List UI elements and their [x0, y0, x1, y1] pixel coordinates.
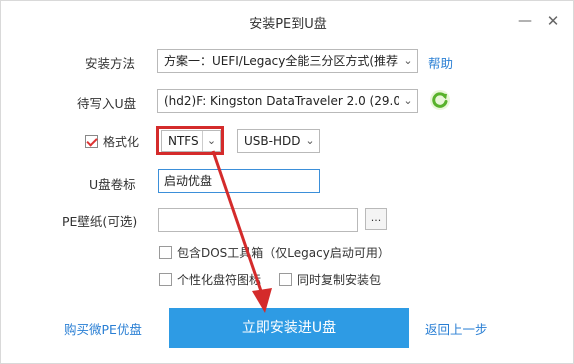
chevron-down-icon: ⌄ [399, 90, 417, 112]
copy-installer-checkbox[interactable] [279, 273, 292, 286]
target-drive-value: (hd2)F: Kingston DataTraveler 2.0 (29.0G… [164, 94, 418, 108]
custom-icon-checkbox[interactable] [159, 273, 172, 286]
chevron-down-icon: ⌄ [301, 130, 319, 152]
install-method-label: 安装方法 [85, 56, 136, 71]
title-bar: 安装PE到U盘 — ✕ [1, 1, 574, 41]
install-method-value: 方案一：UEFI/Legacy全能三分区方式(推荐) [164, 54, 403, 68]
include-dos-label: 包含DOS工具箱（仅Legacy启动可用） [177, 246, 390, 260]
buy-usb-link[interactable]: 购买微PE优盘 [64, 319, 142, 338]
target-drive-label: 待写入U盘 [77, 96, 137, 111]
wallpaper-input[interactable] [158, 208, 358, 232]
volume-label-input[interactable]: 启动优盘 [158, 169, 320, 193]
help-link[interactable]: 帮助 [428, 53, 453, 72]
minimize-button[interactable]: — [517, 13, 533, 29]
install-method-select[interactable]: 方案一：UEFI/Legacy全能三分区方式(推荐) ⌄ [157, 49, 418, 73]
boot-mode-value: USB-HDD [244, 134, 301, 148]
wallpaper-label: PE壁纸(可选) [62, 214, 138, 229]
format-label: 格式化 [103, 135, 140, 149]
browse-button[interactable]: ... [365, 208, 387, 230]
install-pe-window: 安装PE到U盘 — ✕ 安装方法 方案一：UEFI/Legacy全能三分区方式(… [0, 0, 574, 364]
back-link[interactable]: 返回上一步 [425, 319, 488, 338]
include-dos-checkbox[interactable] [159, 246, 172, 259]
custom-icon-label: 个性化盘符图标 [177, 273, 262, 287]
chevron-down-icon: ⌄ [399, 50, 417, 72]
copy-installer-label: 同时复制安装包 [297, 273, 382, 287]
format-checkbox[interactable] [85, 135, 98, 148]
boot-mode-select[interactable]: USB-HDD ⌄ [237, 129, 320, 153]
annotation-highlight-box [156, 126, 224, 155]
target-drive-select[interactable]: (hd2)F: Kingston DataTraveler 2.0 (29.0G… [157, 89, 418, 113]
refresh-icon[interactable] [429, 89, 451, 111]
install-to-usb-button[interactable]: 立即安装进U盘 [169, 308, 409, 348]
window-title: 安装PE到U盘 [249, 17, 327, 32]
volume-label-label: U盘卷标 [89, 177, 136, 192]
close-button[interactable]: ✕ [545, 13, 561, 29]
